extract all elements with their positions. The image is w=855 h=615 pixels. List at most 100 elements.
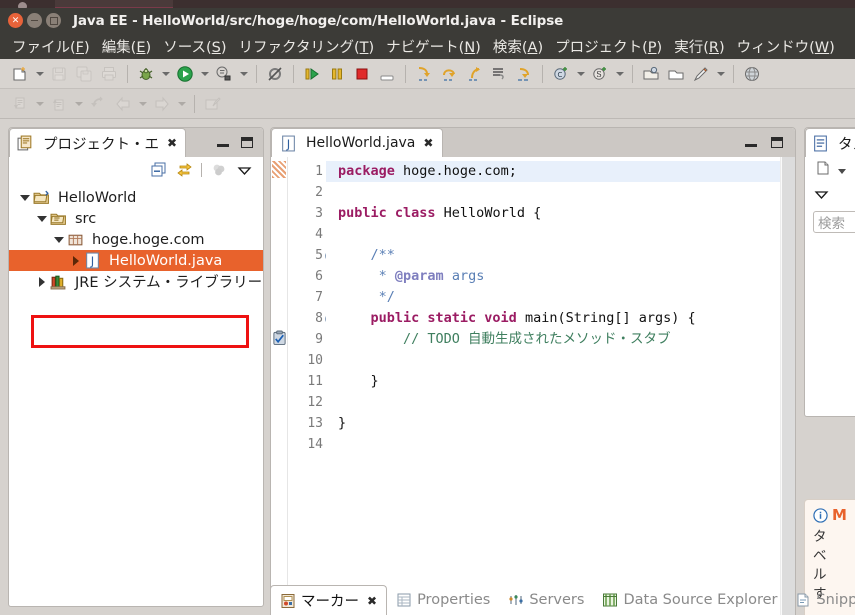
menu-bar: ファイル(F) 編集(E) ソース(S) リファクタリング(T) ナビゲート(N) 検索(…	[0, 33, 855, 59]
minimize-icon[interactable]	[27, 13, 42, 28]
save-icon	[52, 66, 66, 81]
menu-item-9[interactable]: ウィンドウ(W)	[731, 35, 841, 58]
task-search-input[interactable]: 検索	[813, 211, 855, 233]
menu-item-6[interactable]: 検索(A)	[487, 35, 549, 58]
chevron-down-icon[interactable]	[51, 237, 67, 243]
chevron-right-icon[interactable]	[68, 256, 84, 266]
debug-bug-icon	[139, 67, 153, 80]
tree-item-hoge.hoge.com[interactable]: hoge.hoge.com	[9, 229, 263, 250]
skip-breakpoints-button[interactable]	[263, 62, 287, 86]
new-button[interactable]	[8, 62, 32, 86]
step-return-button[interactable]	[462, 62, 486, 86]
bottom-tab-data-source-explorer[interactable]: Data Source Explorer	[593, 585, 786, 615]
bottom-tab-label: Servers	[529, 592, 585, 608]
run-button[interactable]	[173, 62, 197, 86]
debug-dropdown[interactable]	[159, 62, 172, 86]
next-annotation-button	[47, 92, 71, 116]
tree-item-icon: J	[84, 252, 105, 269]
chevron-down-icon[interactable]	[34, 216, 50, 222]
new-dropdown[interactable]	[33, 62, 46, 86]
maximize-editor-icon[interactable]	[771, 137, 783, 148]
toolbar-separator	[194, 94, 195, 113]
new-task-button[interactable]	[815, 160, 831, 180]
chevron-right-icon[interactable]	[34, 277, 50, 287]
maximize-view-icon[interactable]	[241, 137, 253, 148]
step-over-button[interactable]	[437, 62, 461, 86]
line-number: 2	[315, 185, 323, 200]
occurrence-marker-icon	[272, 161, 286, 178]
minimize-editor-icon[interactable]	[745, 143, 757, 147]
close-icon[interactable]: ✖	[367, 594, 377, 608]
menu-item-8[interactable]: 実行(R)	[668, 35, 730, 58]
view-menu-icon	[814, 190, 829, 199]
view-menu-button[interactable]	[233, 159, 255, 181]
tab-task-list-label: タス	[838, 136, 855, 153]
tree-item-helloworld.java[interactable]: J HelloWorld.java	[9, 250, 263, 271]
debug-button[interactable]	[134, 62, 158, 86]
close-icon[interactable]: ✖	[167, 136, 177, 150]
new-server-button[interactable]: S	[588, 62, 612, 86]
menu-item-5[interactable]: ナビゲート(N)	[380, 35, 487, 58]
maximize-icon[interactable]	[46, 13, 61, 28]
editor-body: 1 2 3 4 5 6 7 8 9 10 11 12 13 14 package hoge.hoge.co…	[271, 157, 795, 615]
close-icon[interactable]: ✕	[8, 13, 23, 28]
run-external-tools-button[interactable]	[212, 62, 236, 86]
collapse-all-button[interactable]	[148, 159, 170, 181]
open-type-button[interactable]	[639, 62, 663, 86]
open-task-button[interactable]	[664, 62, 688, 86]
tree-item-src[interactable]: src	[9, 208, 263, 229]
close-icon[interactable]: ✖	[423, 136, 433, 150]
terminate-button[interactable]	[350, 62, 374, 86]
menu-item-label: ファイル(F)	[12, 39, 90, 56]
chevron-down-icon[interactable]	[17, 195, 33, 201]
focus-on-active-task-button[interactable]	[208, 159, 230, 181]
link-with-editor-button[interactable]	[173, 159, 195, 181]
tree-item-helloworld[interactable]: HelloWorld	[9, 187, 263, 208]
use-step-filters-button[interactable]	[512, 62, 536, 86]
background-window-sliver	[0, 0, 855, 11]
resume-button[interactable]	[300, 62, 324, 86]
tab-task-list[interactable]: タス	[805, 128, 855, 157]
tab-project-explorer[interactable]: プロジェクト・エ ✖	[9, 128, 187, 157]
suspend-button[interactable]	[325, 62, 349, 86]
new-server-dropdown[interactable]	[613, 62, 626, 86]
project-explorer-toolbar	[9, 157, 263, 183]
code-area[interactable]: package hoge.hoge.com; public class Hell…	[326, 157, 780, 615]
tab-helloworld-java[interactable]: J HelloWorld.java ✖	[271, 128, 444, 157]
run-dropdown[interactable]	[198, 62, 211, 86]
step-into-button[interactable]	[412, 62, 436, 86]
external-tools-dropdown[interactable]	[237, 62, 250, 86]
bottom-tab-snippets[interactable]: Snippets	[786, 585, 855, 615]
menu-item-1[interactable]: ファイル(F)	[6, 35, 96, 58]
code-token: // TODO 自動生成されたメソッド・スタブ	[338, 331, 671, 347]
web-browser-button[interactable]	[740, 62, 764, 86]
menu-item-2[interactable]: 編集(E)	[96, 35, 158, 58]
window-controls: ✕	[8, 13, 61, 28]
edit-button	[201, 92, 225, 116]
menu-item-3[interactable]: ソース(S)	[157, 35, 232, 58]
code-token: package	[338, 163, 395, 179]
view-menu-button[interactable]	[813, 186, 830, 205]
annotation-dropdown[interactable]	[714, 62, 727, 86]
annotation-button[interactable]	[689, 62, 713, 86]
disconnect-button[interactable]	[375, 62, 399, 86]
menu-item-label: プロジェクト(P)	[555, 39, 663, 56]
drop-to-frame-button[interactable]	[487, 62, 511, 86]
menu-item-4[interactable]: リファクタリング(T)	[233, 35, 381, 58]
new-class-dropdown[interactable]	[574, 62, 587, 86]
bottom-tab-----[interactable]: マーカー ✖	[270, 585, 388, 615]
annotation-gutter[interactable]	[271, 157, 288, 615]
new-task-dropdown[interactable]	[837, 161, 847, 180]
skip-breakpoints-icon	[268, 66, 282, 81]
line-number: 5	[288, 245, 335, 266]
editor-vertical-scrollbar[interactable]	[782, 157, 795, 615]
tree-item-jre------------[interactable]: JRE システム・ライブラリー	[9, 271, 263, 292]
bottom-tab-properties[interactable]: Properties	[387, 585, 499, 615]
bottom-tab-servers[interactable]: Servers	[499, 585, 593, 615]
minimize-view-icon[interactable]	[217, 143, 229, 147]
menu-item-7[interactable]: プロジェクト(P)	[549, 35, 668, 58]
todo-task-marker-icon[interactable]	[272, 330, 287, 347]
new-java-class-button[interactable]: C	[549, 62, 573, 86]
code-line: }	[338, 371, 780, 392]
